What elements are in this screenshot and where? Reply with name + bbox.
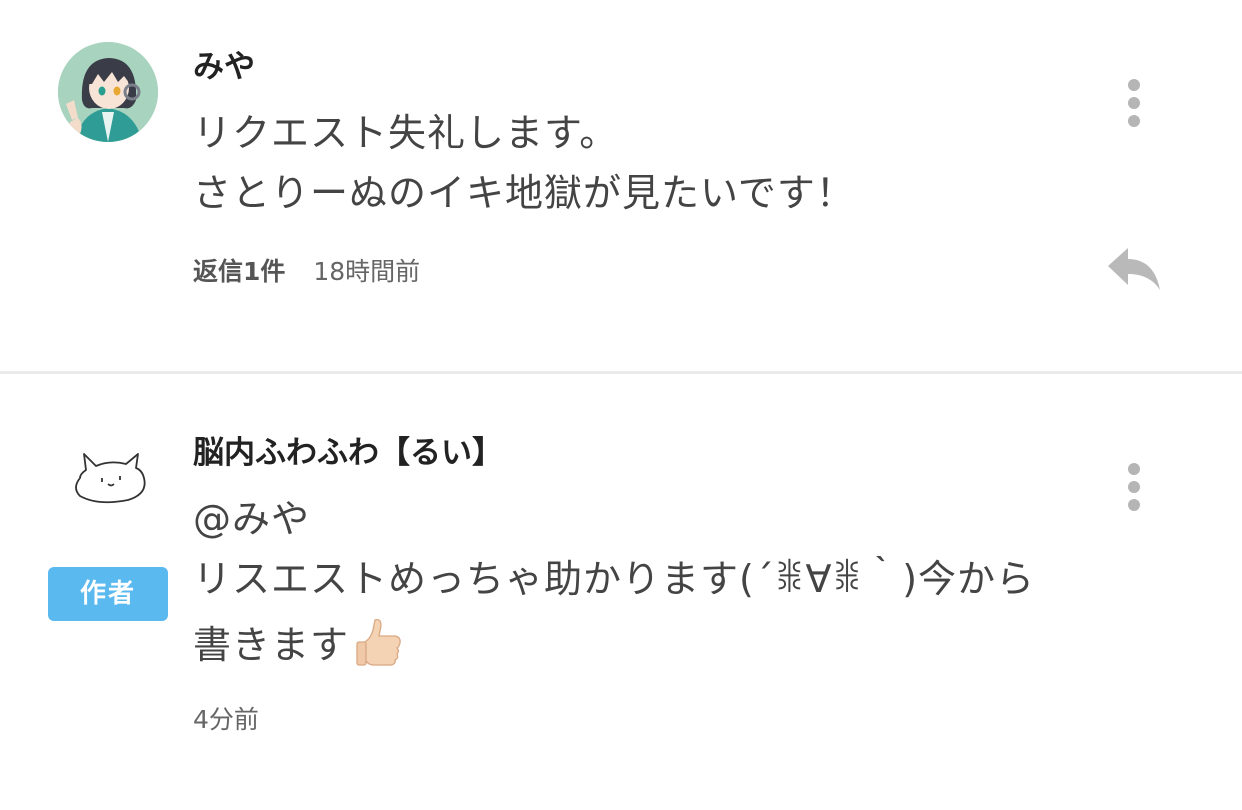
- avatar[interactable]: [58, 424, 158, 524]
- more-vertical-icon: [1128, 463, 1140, 475]
- anime-avatar-icon: [58, 42, 158, 142]
- comment-body: リクエスト失礼します。 さとりーぬのイキ地獄が見たいです！: [193, 110, 855, 217]
- comment-body-line: さとりーぬのイキ地獄が見たいです！: [193, 171, 855, 215]
- more-vertical-icon-dot: [1128, 115, 1140, 127]
- comment-body-line: リクエスト失礼します。: [193, 111, 619, 155]
- reply-button[interactable]: [1104, 244, 1164, 296]
- cat-doodle-avatar-icon: [75, 453, 146, 504]
- comment-body: @みや リスエストめっちゃ助かります(´ꒌ∀ꒌ｀)今から 書きます: [193, 496, 1035, 669]
- comment-body-line: @みや: [193, 497, 311, 541]
- comment-meta: 返信1件 18時間前: [193, 257, 420, 287]
- more-options-button[interactable]: [1118, 77, 1150, 129]
- comment-body-text: 書きます: [193, 623, 350, 667]
- comment-body-line: リスエストめっちゃ助かります(´ꒌ∀ꒌ｀)今から: [193, 557, 1036, 601]
- thumbs-up-icon: [356, 618, 401, 666]
- avatar[interactable]: [58, 42, 158, 142]
- more-options-button[interactable]: [1118, 461, 1150, 513]
- reply-count-link[interactable]: 返信1件: [193, 257, 285, 286]
- more-vertical-icon-dot: [1128, 97, 1140, 109]
- comment-item: 作者 脳内ふわふわ【るい】 @みや リスエストめっちゃ助かります(´ꒌ∀ꒌ｀)今…: [0, 374, 1242, 810]
- comment-timestamp: 4分前: [193, 705, 259, 734]
- comment-body-line-last: 書きます: [193, 616, 1035, 669]
- more-vertical-icon-dot: [1128, 499, 1140, 511]
- author-badge: 作者: [48, 567, 168, 621]
- reply-arrow-icon: [1108, 248, 1160, 290]
- comment-username[interactable]: みや: [193, 47, 255, 87]
- more-vertical-icon-dot: [1128, 481, 1140, 493]
- comment-item: みや リクエスト失礼します。 さとりーぬのイキ地獄が見たいです！ 返信1件 18…: [0, 0, 1242, 372]
- comment-timestamp: 18時間前: [313, 257, 421, 286]
- comment-username[interactable]: 脳内ふわふわ【るい】: [193, 433, 503, 473]
- comment-meta: 4分前: [193, 705, 259, 735]
- more-vertical-icon: [1128, 79, 1140, 91]
